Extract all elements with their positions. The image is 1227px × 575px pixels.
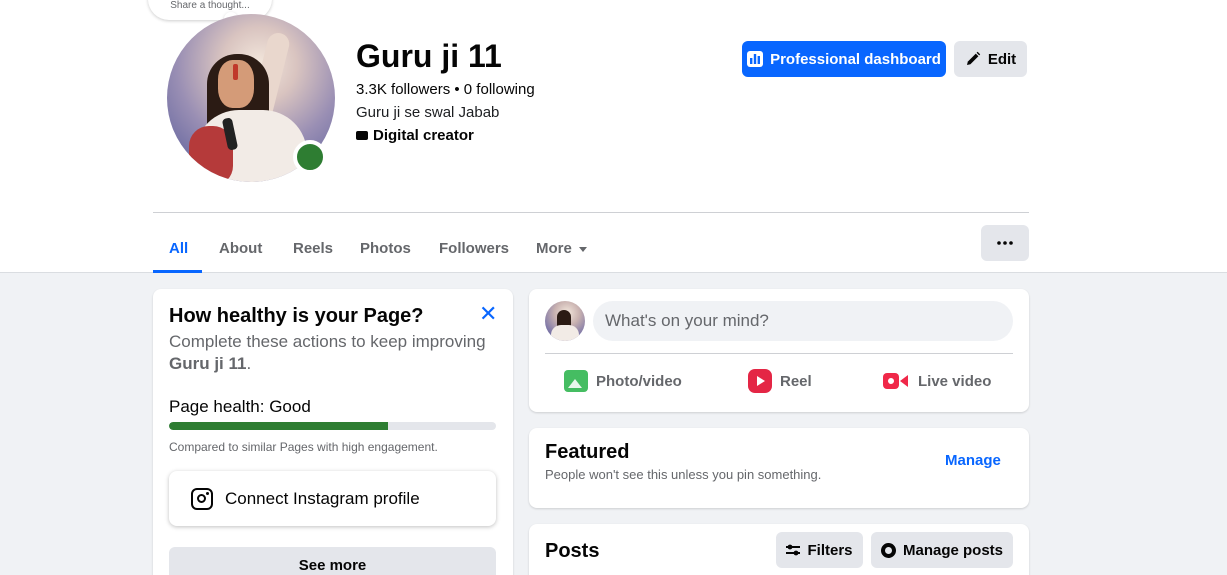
featured-subtitle: People won't see this unless you pin som… [545, 467, 822, 482]
composer-divider [545, 353, 1013, 354]
tab-all[interactable]: All [169, 223, 188, 273]
page-name: Guru ji 11 [356, 38, 502, 74]
health-desc-text: Complete these actions to keep improving [169, 332, 486, 351]
gear-icon [880, 542, 896, 558]
professional-dashboard-label: Professional dashboard [770, 50, 941, 68]
filters-button[interactable]: Filters [776, 532, 863, 568]
tab-more[interactable]: More [536, 223, 587, 273]
active-tab-indicator [153, 270, 202, 273]
filters-label: Filters [807, 541, 853, 559]
tab-reels[interactable]: Reels [293, 223, 333, 273]
instagram-icon [191, 487, 213, 510]
connect-instagram-button[interactable]: Connect Instagram profile [169, 471, 496, 526]
connect-instagram-label: Connect Instagram profile [225, 488, 420, 508]
video-camera-icon [883, 373, 908, 389]
page-health-card: How healthy is your Page? ✕ Complete the… [153, 289, 513, 575]
tab-about[interactable]: About [219, 223, 262, 273]
reel-icon [748, 369, 772, 393]
see-more-button[interactable]: See more [169, 547, 496, 575]
posts-title: Posts [545, 540, 600, 562]
photo-video-button[interactable]: Photo/video [564, 369, 682, 393]
online-status-indicator [293, 140, 327, 174]
page-health-description: Complete these actions to keep improving… [169, 332, 486, 373]
page-health-status: Page health: Good [169, 397, 311, 416]
close-icon[interactable]: ✕ [479, 303, 497, 325]
dashboard-icon [747, 51, 764, 67]
page-health-progress [169, 422, 496, 430]
tab-photos[interactable]: Photos [360, 223, 411, 273]
photo-icon [564, 370, 588, 392]
whats-on-your-mind-input[interactable]: What's on your mind? [593, 301, 1013, 341]
thought-text: Share a thought... [170, 0, 250, 11]
live-video-label: Live video [918, 372, 992, 390]
pencil-icon [966, 51, 981, 65]
live-video-button[interactable]: Live video [883, 369, 991, 393]
camera-icon [356, 131, 368, 140]
professional-dashboard-button[interactable]: Professional dashboard [742, 41, 946, 77]
manage-posts-label: Manage posts [902, 541, 1004, 559]
featured-title: Featured [545, 441, 630, 463]
avatar[interactable] [545, 301, 585, 341]
page-health-note: Compared to similar Pages with high enga… [169, 440, 438, 454]
page-bio: Guru ji se swal Jabab [356, 104, 500, 121]
health-desc-page-name: Guru ji 11 [169, 354, 247, 373]
follower-stats[interactable]: 3.3K followers • 0 following [356, 81, 535, 98]
more-options-button[interactable] [981, 225, 1029, 261]
page-category: Digital creator [356, 127, 474, 144]
header-divider [153, 212, 1029, 213]
tab-followers[interactable]: Followers [439, 223, 509, 273]
edit-label: Edit [987, 50, 1017, 68]
manage-featured-link[interactable]: Manage [945, 452, 1001, 469]
reel-button[interactable]: Reel [748, 369, 812, 393]
page-health-progress-fill [169, 422, 389, 430]
tab-more-label: More [536, 239, 572, 257]
page-health-title: How healthy is your Page? [169, 305, 424, 327]
post-composer: What's on your mind? Photo/video Reel Li… [529, 289, 1029, 412]
filter-sliders-icon [786, 544, 801, 556]
featured-card: Featured People won't see this unless yo… [529, 428, 1029, 508]
posts-card: Posts Filters Manage posts [529, 524, 1029, 575]
caret-down-icon [578, 246, 587, 252]
manage-posts-button[interactable]: Manage posts [871, 532, 1013, 568]
edit-button[interactable]: Edit [954, 41, 1027, 77]
reel-label: Reel [780, 372, 812, 390]
ellipsis-icon [997, 241, 1013, 245]
category-label: Digital creator [373, 127, 474, 144]
photo-video-label: Photo/video [596, 372, 682, 390]
